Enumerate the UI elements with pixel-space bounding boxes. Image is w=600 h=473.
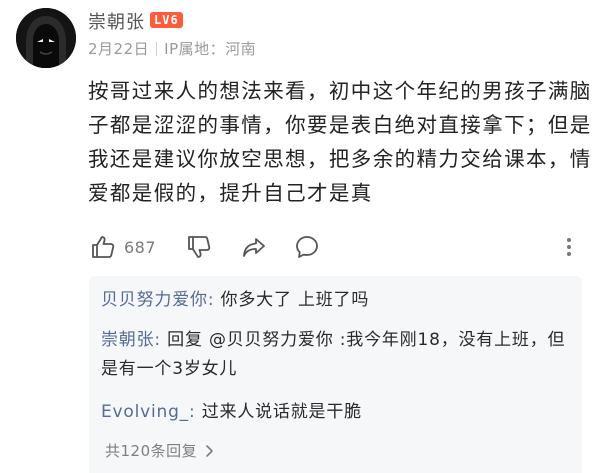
reply-author[interactable]: 崇朝张 (101, 330, 154, 350)
reply-text: 过来人说话就是干脆 (201, 402, 362, 422)
thumbs-down-icon (188, 236, 211, 258)
comment-meta: 2月22日 IP属地：河南 (88, 38, 256, 59)
reply-button[interactable] (294, 233, 320, 261)
comment-date: 2月22日 (88, 40, 150, 58)
ip-location: IP属地：河南 (164, 40, 257, 58)
reply-author[interactable]: 贝贝努力爱你 (101, 290, 208, 310)
hooded-figure-icon (16, 8, 76, 68)
reply-author[interactable]: Evolving_ (101, 402, 189, 422)
reply-item[interactable]: 崇朝张: 回复 @贝贝努力爱你 :我今年刚18，没有上班，但是有一个3岁女儿 (101, 326, 571, 384)
reply-separator: : (154, 330, 168, 350)
dislike-button[interactable] (186, 233, 212, 261)
level-badge: LV6 (150, 12, 183, 28)
reply-item[interactable]: Evolving_: 过来人说话就是干脆 (101, 398, 571, 427)
comment-icon (296, 236, 318, 258)
thumbs-up-icon (92, 236, 115, 258)
like-button[interactable]: 687 (90, 233, 156, 261)
action-bar: 687 (88, 233, 588, 263)
more-replies-link[interactable]: 共120条回复 (105, 440, 216, 461)
like-count: 687 (124, 237, 157, 257)
share-button[interactable] (241, 233, 267, 261)
more-replies-label: 共120条回复 (105, 442, 198, 460)
reply-text: 你多大了 上班了吗 (220, 290, 370, 310)
reply-separator: : (188, 402, 202, 422)
more-icon (567, 238, 571, 256)
replies-panel: 贝贝努力爱你: 你多大了 上班了吗 崇朝张: 回复 @贝贝努力爱你 :我今年刚1… (89, 276, 582, 473)
meta-divider (156, 42, 158, 56)
reply-separator: : (207, 290, 221, 310)
comment-text: 按哥过来人的想法来看，初中这个年纪的男孩子满脑子都是涩涩的事情，你要是表白绝对直… (88, 79, 592, 205)
more-button[interactable] (562, 233, 576, 261)
share-icon (243, 238, 265, 257)
reply-text: 回复 @贝贝努力爱你 :我今年刚18，没有上班，但是有一个3岁女儿 (101, 330, 566, 379)
chevron-right-icon (206, 444, 213, 457)
reply-item[interactable]: 贝贝努力爱你: 你多大了 上班了吗 (101, 286, 571, 315)
avatar[interactable] (16, 8, 76, 68)
username[interactable]: 崇朝张 (88, 8, 145, 34)
